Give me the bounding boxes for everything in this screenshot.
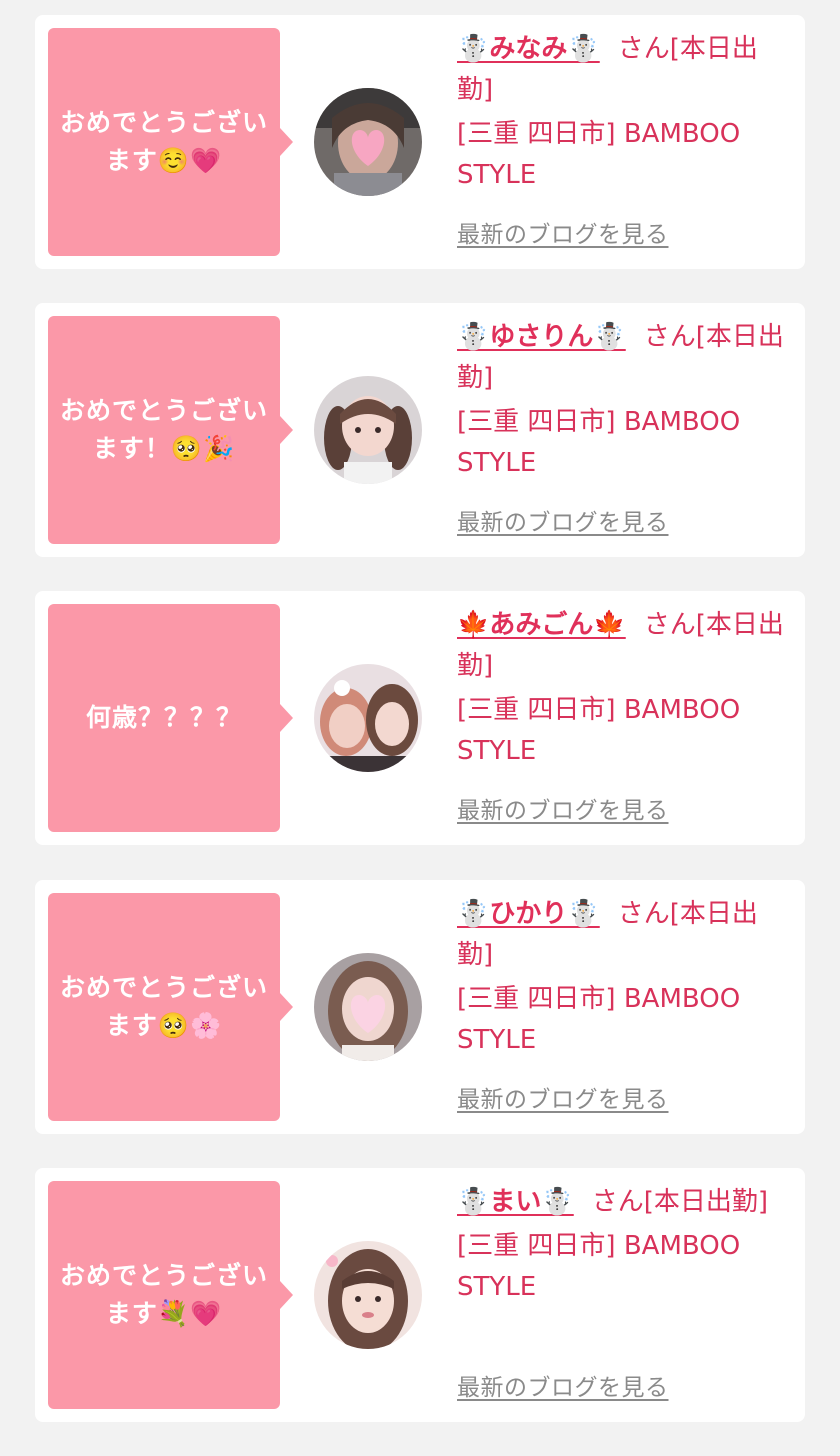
- shop-location: [三重 四日市] BAMBOO STYLE: [457, 119, 741, 190]
- girl-avatar[interactable]: [314, 664, 422, 772]
- girl-name-link[interactable]: ☃️ゆさりん☃️: [457, 322, 626, 352]
- girl-avatar[interactable]: [314, 88, 422, 196]
- shop-location: [三重 四日市] BAMBOO STYLE: [457, 407, 741, 478]
- shop-location: [三重 四日市] BAMBOO STYLE: [457, 1231, 741, 1302]
- shop-location: [三重 四日市] BAMBOO STYLE: [457, 695, 741, 766]
- girl-avatar[interactable]: [314, 1241, 422, 1349]
- latest-blog-link[interactable]: 最新のブログを見る: [457, 508, 669, 538]
- message-bubble: おめでとうござい ます🥺🌸: [48, 893, 293, 1121]
- girl-name-link[interactable]: ☃️ひかり☃️: [457, 899, 600, 929]
- message-text: おめでとうござい ます🥺🌸: [59, 973, 268, 1040]
- message-bubble: おめでとうござい ます！🥺🎉: [48, 316, 293, 544]
- message-text: おめでとうござい ます！🥺🎉: [59, 396, 268, 463]
- girl-info: ☃️みなみ☃️ さん[本日出勤] [三重 四日市] BAMBOO STYLE: [457, 29, 793, 196]
- message-bubble: おめでとうござい ます☺️💗: [48, 28, 293, 256]
- avatar-two-girls-photo-icon: [314, 664, 422, 772]
- message-text: おめでとうござい ます💐💗: [59, 1261, 268, 1328]
- latest-blog-link[interactable]: 最新のブログを見る: [457, 1373, 669, 1403]
- message-text: 何歳？？？？: [85, 703, 242, 732]
- greeting-card: 何歳？？？？ 🍁あみごん🍁 さん[本日出勤] [三重 四日市] BAMBOO ST…: [35, 591, 805, 845]
- attendance-status: さん[本日出勤]: [591, 1187, 769, 1217]
- girl-info: 🍁あみごん🍁 さん[本日出勤] [三重 四日市] BAMBOO STYLE: [457, 605, 793, 772]
- latest-blog-link[interactable]: 最新のブログを見る: [457, 220, 669, 250]
- greeting-card: おめでとうござい ます💐💗 ☃️まい☃️ さん[本日出勤] [三重 四日市] BA…: [35, 1168, 805, 1422]
- message-text: おめでとうござい ます☺️💗: [59, 108, 268, 175]
- latest-blog-link[interactable]: 最新のブログを見る: [457, 1085, 669, 1115]
- message-bubble: おめでとうござい ます💐💗: [48, 1181, 293, 1409]
- girl-info: ☃️まい☃️ さん[本日出勤] [三重 四日市] BAMBOO STYLE: [457, 1182, 793, 1308]
- greeting-feed: おめでとうござい ます☺️💗 ☃️みなみ☃️ さん[本日出勤] [三重 四日市] …: [0, 0, 840, 1456]
- avatar-heart-masked-photo-icon: [314, 88, 422, 196]
- avatar-portrait-photo-icon: [314, 1241, 422, 1349]
- greeting-card: おめでとうござい ます☺️💗 ☃️みなみ☃️ さん[本日出勤] [三重 四日市] …: [35, 15, 805, 269]
- girl-avatar[interactable]: [314, 953, 422, 1061]
- girl-info: ☃️ひかり☃️ さん[本日出勤] [三重 四日市] BAMBOO STYLE: [457, 894, 793, 1061]
- girl-name-link[interactable]: 🍁あみごん🍁: [457, 610, 626, 640]
- girl-name-link[interactable]: ☃️まい☃️: [457, 1187, 574, 1217]
- girl-name-link[interactable]: ☃️みなみ☃️: [457, 34, 600, 64]
- girl-info: ☃️ゆさりん☃️ さん[本日出勤] [三重 四日市] BAMBOO STYLE: [457, 317, 793, 484]
- message-bubble: 何歳？？？？: [48, 604, 293, 832]
- girl-avatar[interactable]: [314, 376, 422, 484]
- avatar-twin-tails-photo-icon: [314, 376, 422, 484]
- latest-blog-link[interactable]: 最新のブログを見る: [457, 796, 669, 826]
- shop-location: [三重 四日市] BAMBOO STYLE: [457, 984, 741, 1055]
- avatar-heart-masked-photo-icon: [314, 953, 422, 1061]
- greeting-card: おめでとうござい ます！🥺🎉 ☃️ゆさりん☃️ さん[本日出勤] [三重 四日市]…: [35, 303, 805, 557]
- greeting-card: おめでとうござい ます🥺🌸 ☃️ひかり☃️ さん[本日出勤] [三重 四日市] B…: [35, 880, 805, 1134]
